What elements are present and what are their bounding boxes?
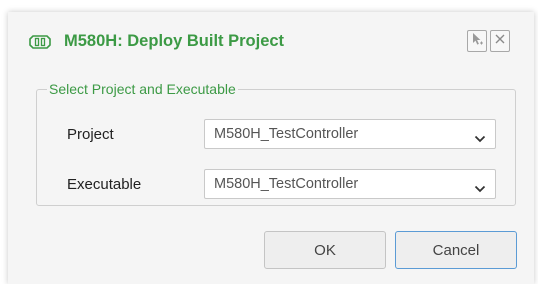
cancel-button[interactable]: Cancel — [395, 231, 517, 269]
controller-icon — [29, 34, 51, 50]
close-button[interactable] — [490, 30, 510, 52]
project-select[interactable]: M580H_TestController — [204, 119, 496, 149]
select-project-group: Select Project and Executable Project M5… — [36, 81, 516, 206]
close-icon — [494, 32, 506, 50]
dialog-title: M580H: Deploy Built Project — [64, 32, 285, 50]
ok-button[interactable]: OK — [264, 231, 386, 269]
pointer-button[interactable] — [467, 30, 487, 52]
executable-select-value: M580H_TestController — [214, 176, 359, 192]
chevron-down-icon — [474, 180, 486, 193]
chevron-down-icon — [474, 130, 486, 143]
deploy-dialog: M580H: Deploy Built Project Select Proje… — [8, 12, 534, 284]
project-select-value: M580H_TestController — [214, 126, 359, 142]
executable-select[interactable]: M580H_TestController — [204, 169, 496, 199]
dialog-titlebar[interactable]: M580H: Deploy Built Project — [8, 12, 534, 64]
group-legend: Select Project and Executable — [47, 81, 238, 97]
pointer-icon — [470, 32, 484, 51]
project-label: Project — [67, 126, 114, 143]
executable-label: Executable — [67, 176, 142, 193]
